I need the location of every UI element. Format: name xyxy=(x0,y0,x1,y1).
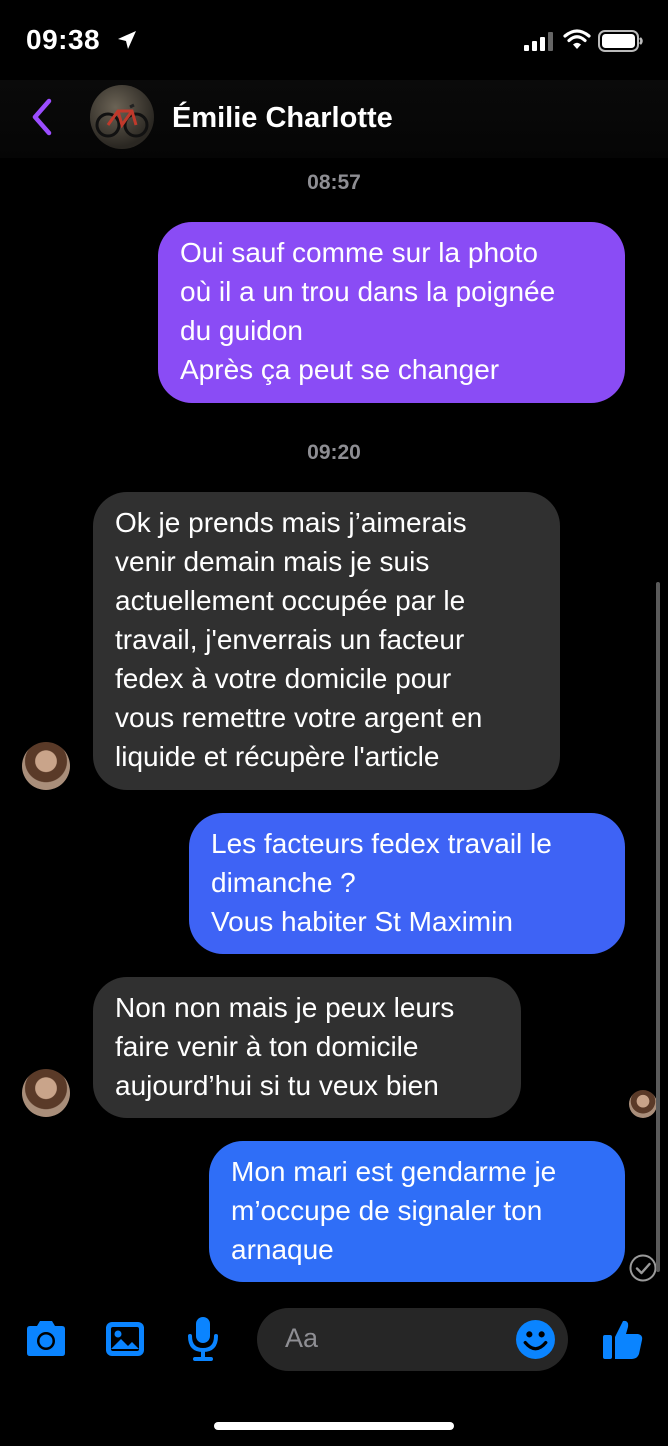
gallery-button[interactable] xyxy=(100,1314,150,1364)
timestamp: 08:57 xyxy=(307,171,361,194)
like-button[interactable] xyxy=(598,1314,648,1364)
outgoing-message[interactable]: Les facteurs fedex travail le dimanche ?… xyxy=(189,813,625,954)
back-button[interactable] xyxy=(22,94,62,140)
image-icon xyxy=(106,1322,144,1356)
message-line: m’occupe de signaler ton xyxy=(231,1195,543,1226)
emoji-icon[interactable] xyxy=(515,1319,556,1360)
message-line: vous remettre votre argent en xyxy=(115,702,483,733)
message-line: venir demain mais je suis xyxy=(115,546,430,577)
timestamp: 09:20 xyxy=(307,441,361,464)
message-line: dimanche ? xyxy=(211,867,356,898)
status-bar: 09:38 xyxy=(0,0,668,80)
camera-icon xyxy=(27,1321,65,1356)
message-composer: Aa xyxy=(0,1300,668,1380)
message-line: fedex à votre domicile pour xyxy=(115,663,452,694)
message-line: du guidon xyxy=(180,315,304,346)
incoming-message[interactable]: Non non mais je peux leurs faire venir à… xyxy=(93,977,521,1118)
message-line: actuellement occupée par le xyxy=(115,585,466,616)
message-line: arnaque xyxy=(231,1234,334,1265)
message-line: liquide et récupère l'article xyxy=(115,741,440,772)
sender-avatar[interactable] xyxy=(22,1069,70,1117)
outgoing-message[interactable]: Mon mari est gendarme je m’occupe de sig… xyxy=(209,1141,625,1282)
camera-button[interactable] xyxy=(21,1314,71,1364)
seen-avatar xyxy=(629,1090,657,1118)
status-time: 09:38 xyxy=(26,24,101,55)
message-line: faire venir à ton domicile xyxy=(115,1031,419,1062)
home-indicator[interactable] xyxy=(214,1422,454,1430)
message-line: Mon mari est gendarme je xyxy=(231,1156,557,1187)
outgoing-message[interactable]: Oui sauf comme sur la photo où il a un t… xyxy=(158,222,625,403)
scrollbar[interactable] xyxy=(656,582,660,1272)
sent-check-icon xyxy=(629,1254,657,1282)
message-line: Vous habiter St Maximin xyxy=(211,906,513,937)
sender-avatar[interactable] xyxy=(22,742,70,790)
message-line: où il a un trou dans la poignée xyxy=(180,276,556,307)
microphone-icon xyxy=(188,1317,218,1361)
message-line: Après ça peut se changer xyxy=(180,354,500,385)
signal-icon xyxy=(524,32,553,51)
thumbs-up-icon xyxy=(603,1320,643,1359)
back-chevron-icon xyxy=(32,98,52,136)
contact-name[interactable]: Émilie Charlotte xyxy=(172,102,393,135)
incoming-message[interactable]: Ok je prends mais j’aimerais venir demai… xyxy=(93,492,560,790)
wifi-icon xyxy=(563,29,591,49)
location-arrow-icon xyxy=(118,31,136,49)
message-line: travail, j'enverrais un facteur xyxy=(115,624,465,655)
message-line: aujourd’hui si tu veux bien xyxy=(115,1070,439,1101)
chat-header: Émilie Charlotte xyxy=(0,80,668,158)
message-input[interactable]: Aa xyxy=(257,1308,568,1371)
message-line: Ok je prends mais j’aimerais xyxy=(115,507,467,538)
message-line: Non non mais je peux leurs xyxy=(115,992,455,1023)
bicycle-photo xyxy=(95,103,149,138)
microphone-button[interactable] xyxy=(178,1314,228,1364)
message-input-placeholder: Aa xyxy=(285,1323,319,1353)
contact-avatar[interactable] xyxy=(90,85,154,149)
message-line: Oui sauf comme sur la photo xyxy=(180,237,538,268)
battery-icon xyxy=(598,30,643,52)
message-line: Les facteurs fedex travail le xyxy=(211,828,552,859)
